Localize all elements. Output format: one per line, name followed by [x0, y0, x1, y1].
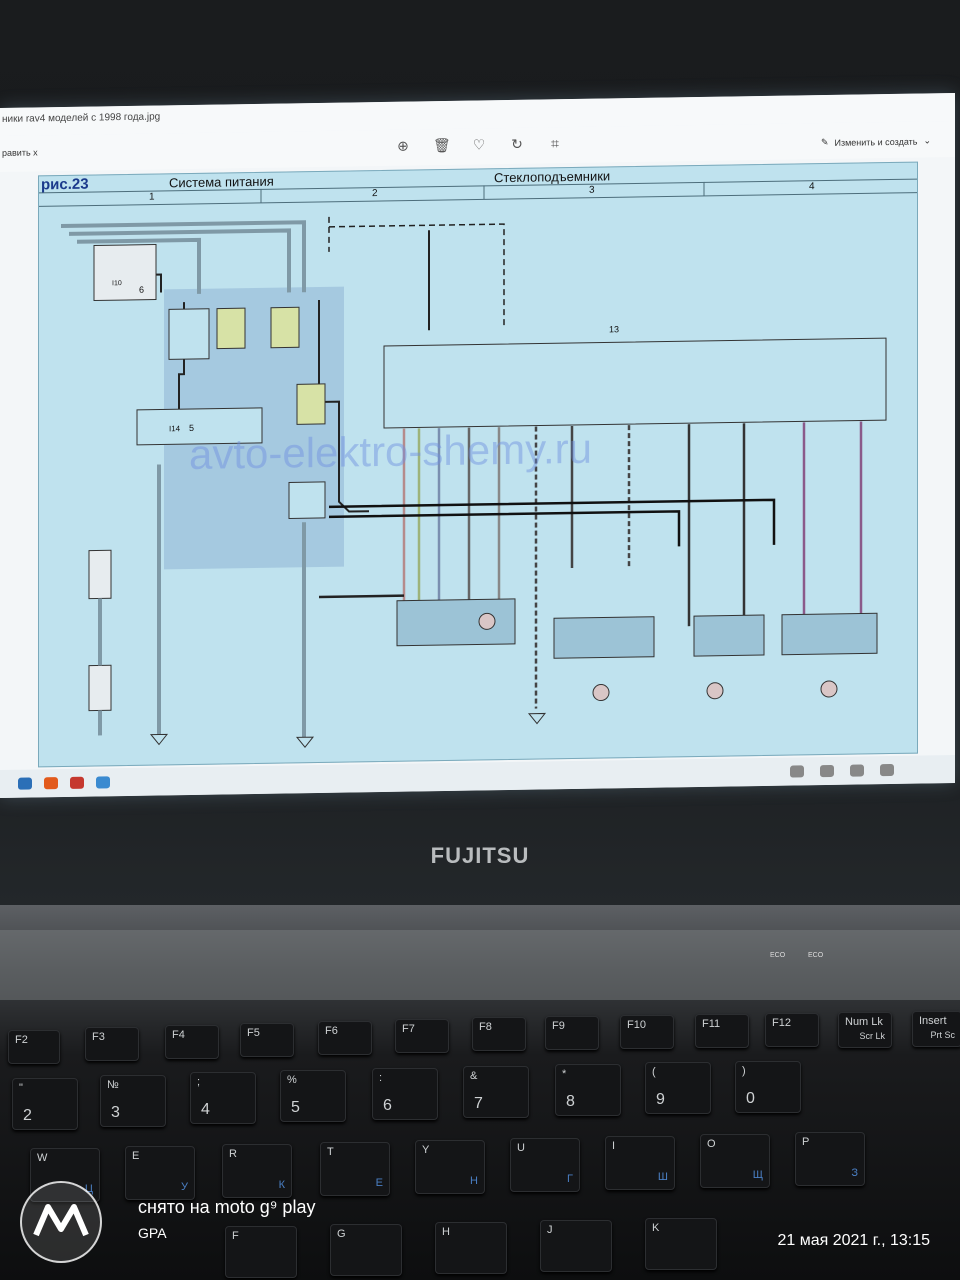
- edit-create-label: Изменить и создать: [834, 136, 918, 148]
- key-f5[interactable]: F5: [240, 1023, 294, 1057]
- key-0[interactable]: ) 0: [735, 1061, 801, 1113]
- edit-button[interactable]: равить х: [2, 147, 38, 158]
- key-f11[interactable]: F11: [695, 1014, 749, 1048]
- key-f8[interactable]: F8: [472, 1017, 526, 1051]
- key-j[interactable]: J: [540, 1220, 612, 1272]
- key-3[interactable]: № 3: [100, 1075, 166, 1127]
- wiring-diagram: рис.23 Система питания Стеклоподъемники …: [38, 161, 918, 768]
- key-f10[interactable]: F10: [620, 1015, 674, 1049]
- svg-text:I14: I14: [169, 424, 181, 433]
- magic-wand-icon: ✎: [820, 136, 829, 148]
- camera-watermark-gps: GPA: [138, 1225, 167, 1241]
- key-f6[interactable]: F6: [318, 1021, 372, 1055]
- schematic-drawing: I10 6 I14 5 13 avto-elektro-shemy.ru: [39, 181, 917, 749]
- svg-text:13: 13: [609, 324, 619, 334]
- svg-text:6: 6: [139, 285, 144, 295]
- laptop-brand-logo: FUJITSU: [430, 843, 530, 868]
- key-5[interactable]: % 5: [280, 1070, 346, 1122]
- camera-watermark-text: снято на moto g⁹ play: [138, 1197, 316, 1217]
- key-6[interactable]: :6: [372, 1068, 438, 1120]
- key-insert[interactable]: Insert Prt Sc: [912, 1011, 960, 1047]
- key-g[interactable]: G: [330, 1224, 402, 1276]
- key-f3[interactable]: F3: [85, 1027, 139, 1061]
- key-8[interactable]: * 8: [555, 1064, 621, 1116]
- key-4[interactable]: ; 4: [190, 1072, 256, 1124]
- laptop-screen: ники rav4 моделей с 1998 года.jpg равить…: [0, 92, 955, 798]
- key-k[interactable]: K: [645, 1218, 717, 1270]
- svg-text:I10: I10: [112, 280, 122, 287]
- bluetooth-icon[interactable]: [820, 764, 834, 778]
- file-explorer-icon[interactable]: [18, 777, 32, 790]
- motorola-logo-icon: [20, 1181, 102, 1263]
- key-f7[interactable]: F7: [395, 1019, 449, 1053]
- key-r[interactable]: RК: [222, 1144, 292, 1198]
- window-title: ники rav4 моделей с 1998 года.jpg: [2, 111, 161, 125]
- key-7[interactable]: & 7: [463, 1066, 529, 1118]
- key-e[interactable]: EУ: [125, 1146, 195, 1200]
- key-2[interactable]: " 2: [12, 1078, 78, 1130]
- key-f9[interactable]: F9: [545, 1016, 599, 1050]
- key-i[interactable]: IШ: [605, 1136, 675, 1190]
- key-9[interactable]: (9: [645, 1062, 711, 1114]
- heart-icon[interactable]: ♡: [471, 136, 487, 152]
- zoom-icon[interactable]: ⊕: [395, 138, 411, 154]
- key-f2[interactable]: F2: [8, 1030, 60, 1064]
- key-h[interactable]: H: [435, 1222, 507, 1274]
- photos-icon[interactable]: [96, 776, 110, 789]
- eco-indicator: ECO: [770, 952, 786, 959]
- eco-button[interactable]: ECO: [808, 952, 823, 959]
- chevron-down-icon: ⌄: [923, 135, 931, 146]
- app-icon[interactable]: [70, 776, 84, 789]
- delete-icon[interactable]: 🗑: [433, 137, 451, 153]
- key-f4[interactable]: F4: [165, 1025, 219, 1059]
- key-f[interactable]: F: [225, 1226, 297, 1278]
- key-f12[interactable]: F12: [765, 1013, 819, 1047]
- key-p[interactable]: PЗ: [795, 1132, 865, 1186]
- browser-icon[interactable]: [44, 777, 58, 790]
- key-o[interactable]: OЩ: [700, 1134, 770, 1188]
- key-u[interactable]: UГ: [510, 1138, 580, 1192]
- network-icon[interactable]: [850, 764, 864, 777]
- crop-icon[interactable]: ⌗: [547, 135, 563, 151]
- watermark-text: avto-elektro-shemy.ru: [189, 425, 592, 478]
- photo-timestamp: 21 мая 2021 г., 13:15: [777, 1232, 930, 1249]
- indicator-strip: [0, 930, 960, 1000]
- tray-icon[interactable]: [790, 765, 804, 778]
- key-y[interactable]: YН: [415, 1140, 485, 1194]
- volume-icon[interactable]: [880, 763, 894, 777]
- rotate-icon[interactable]: ↻: [509, 136, 525, 152]
- key-num-lock[interactable]: Num Lk Scr Lk: [838, 1012, 892, 1048]
- edit-create-button[interactable]: ✎ Изменить и создать ⌄: [821, 135, 931, 148]
- key-t[interactable]: TЕ: [320, 1142, 390, 1196]
